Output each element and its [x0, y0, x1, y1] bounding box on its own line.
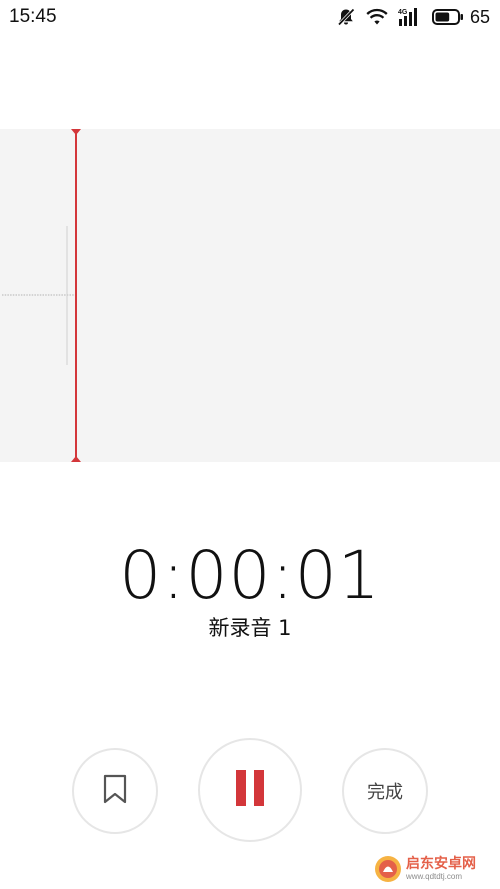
watermark-logo-icon [374, 855, 402, 883]
waveform-graphic [2, 129, 81, 462]
battery-fill [435, 12, 450, 22]
watermark-url: www.qdtdtj.com [406, 872, 463, 881]
status-icons: 4G 65 [336, 6, 490, 28]
watermark-text: 启东安卓网 www.qdtdtj.com [406, 857, 476, 881]
mute-bell-icon [336, 7, 356, 27]
add-mark-button[interactable] [72, 748, 158, 834]
playhead-bottom-marker [71, 456, 81, 462]
battery-percent: 65 [469, 6, 490, 27]
bookmark-icon [101, 774, 129, 809]
playhead-top-marker [71, 129, 81, 135]
elapsed-timer: 0:00:01 [119, 537, 381, 614]
watermark: 启东安卓网 www.qdtdtj.com [374, 854, 498, 884]
signal-icon: 4G [398, 7, 422, 27]
pause-button[interactable] [198, 738, 302, 842]
status-bar: 15:45 4G 65 [0, 0, 500, 34]
battery: 65 [431, 6, 490, 28]
wifi-icon [366, 8, 388, 26]
recording-name[interactable]: 新录音 1 [0, 612, 500, 642]
status-time: 15:45 [9, 6, 57, 27]
battery-icon [431, 9, 464, 25]
waveform-panel [0, 129, 500, 462]
done-button[interactable]: 完成 [342, 748, 428, 834]
watermark-name: 启东安卓网 [406, 856, 476, 872]
pause-icon [235, 769, 265, 811]
network-type-label: 4G [398, 9, 408, 16]
